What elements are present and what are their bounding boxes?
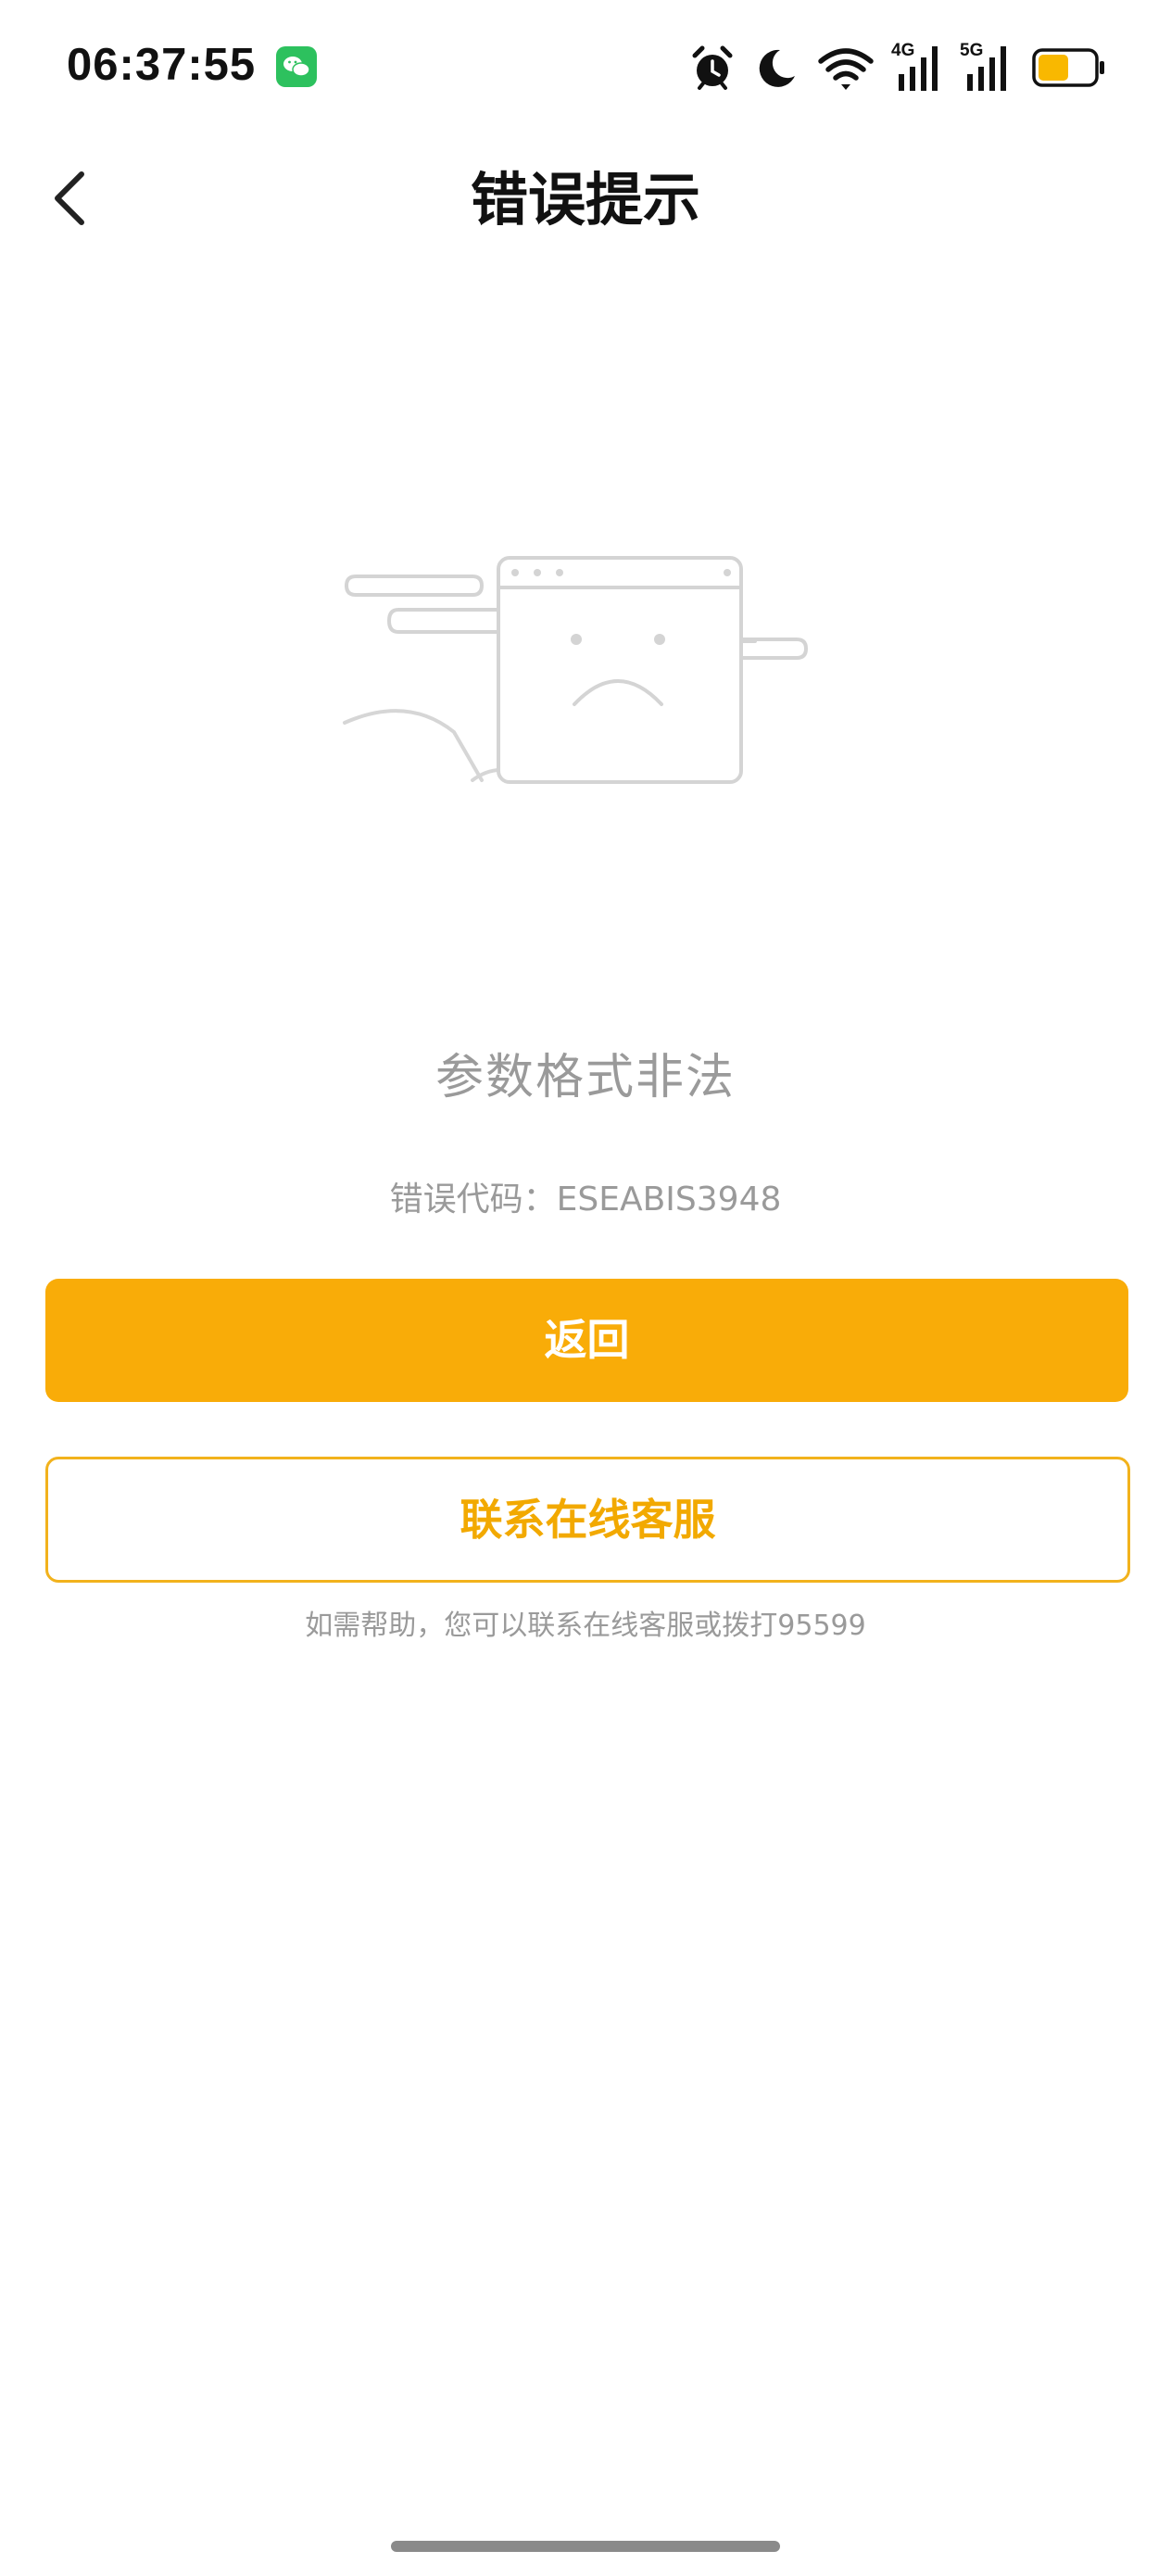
moon-icon [759,49,795,87]
sad-browser-window-icon [334,537,834,788]
error-message: 参数格式非法 [434,1050,736,1105]
back-return-button[interactable]: 返回 [45,1279,1128,1402]
status-icons: 4G 5G [689,41,1106,95]
error-code-label: 错误代码： [389,1181,557,1219]
signal-4g-icon: 4G [891,41,947,95]
contact-support-button[interactable]: 联系在线客服 [45,1457,1130,1583]
help-text: 如需帮助，您可以联系在线客服或拨打95599 [305,1610,866,1642]
error-code-value: ESEABIS3948 [556,1181,782,1219]
nav-bar: 错误提示 [0,139,1171,259]
signal-5g-icon: 5G [960,41,1015,95]
wifi-icon [818,48,874,90]
battery-icon [1032,48,1104,87]
error-code-row: 错误代码：ESEABIS3948 [0,1177,1171,1223]
home-indicator[interactable] [391,2541,780,2552]
page-title: 错误提示 [470,166,700,234]
wechat-icon [276,46,317,87]
alarm-icon [692,45,733,90]
status-time: 06:37:55 [67,40,257,90]
status-bar: 06:37:55 4G 5G [0,0,1171,139]
